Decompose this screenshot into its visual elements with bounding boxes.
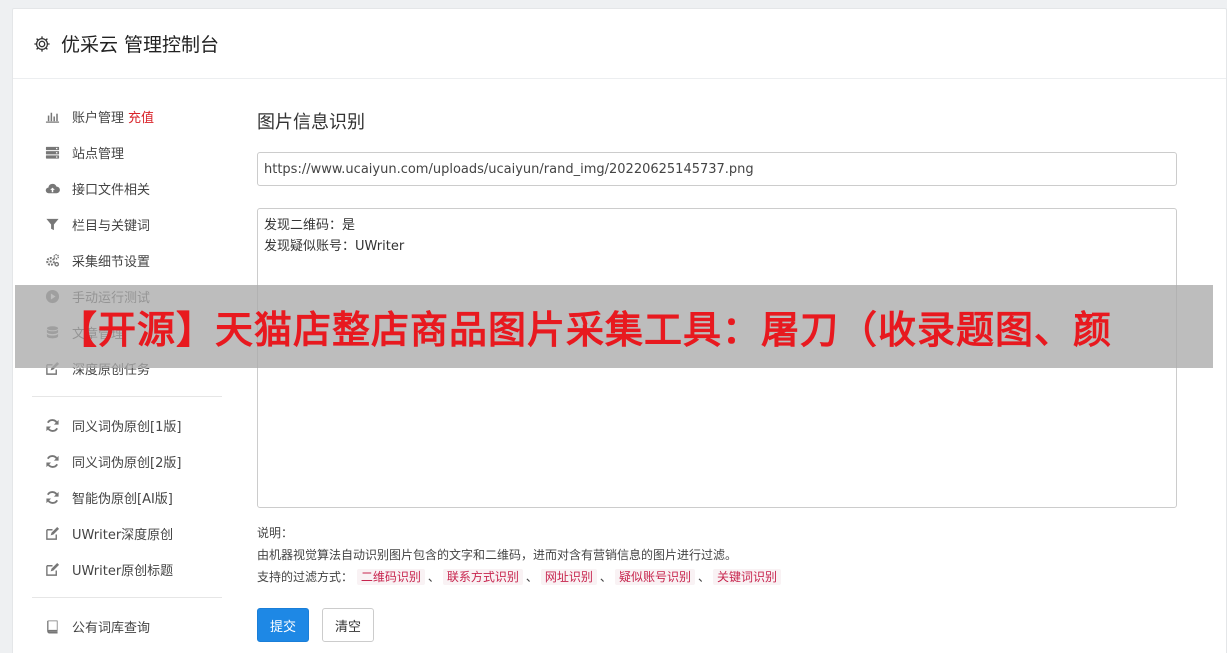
- refresh-icon: [44, 453, 60, 469]
- clear-button[interactable]: 清空: [322, 608, 375, 642]
- sidebar-item[interactable]: 接口文件相关: [32, 170, 222, 206]
- filter-tag: 关键词识别: [712, 569, 781, 585]
- sidebar-item[interactable]: 栏目与关键词: [32, 206, 222, 242]
- section-title: 图片信息识别: [257, 112, 365, 133]
- submit-button[interactable]: 提交: [257, 608, 310, 642]
- page-header: 优采云 管理控制台: [13, 9, 1226, 79]
- sidebar: 账户管理充值站点管理接口文件相关栏目与关键词采集细节设置手动运行测试文章管理深度…: [32, 98, 222, 644]
- filter-methods: 支持的过滤方式： 二维码识别、联系方式识别、网址识别、疑似账号识别、关键词识别: [257, 566, 1177, 588]
- sidebar-item-label: UWriter原创标题: [72, 563, 174, 579]
- image-url-input[interactable]: https://www.ucaiyun.com/uploads/ucaiyun/…: [257, 152, 1177, 186]
- sidebar-item[interactable]: 账户管理 充值: [32, 98, 222, 134]
- filter-separator: 、: [525, 570, 538, 584]
- main-content: 图片信息识别 https://www.ucaiyun.com/uploads/u…: [257, 108, 1177, 642]
- sidebar-item[interactable]: 智能伪原创[AI版]: [32, 479, 222, 515]
- button-row: 提交 清空: [257, 608, 1177, 642]
- cloud-upload-icon: [44, 180, 60, 196]
- sidebar-item-label: 采集细节设置: [72, 254, 151, 270]
- sidebar-item[interactable]: UWriter原创标题: [32, 551, 222, 587]
- edit-icon: [44, 561, 60, 577]
- filter-tag: 二维码识别: [356, 569, 425, 585]
- filter-separator: 、: [599, 570, 612, 584]
- watermark-text: 【开源】天猫店整店商品图片采集工具：屠刀（收录题图、颜: [59, 308, 1113, 352]
- sidebar-item-label: 同义词伪原创[2版]: [72, 455, 182, 471]
- gear-icon: [33, 35, 51, 53]
- server-icon: [44, 144, 60, 160]
- sidebar-item[interactable]: 公有词库查询: [32, 608, 222, 644]
- sidebar-item-label: UWriter深度原创: [72, 527, 174, 543]
- bar-chart-icon: [44, 108, 60, 124]
- sidebar-item[interactable]: UWriter深度原创: [32, 515, 222, 551]
- gears-icon: [44, 252, 60, 268]
- page-title: 优采云 管理控制台: [61, 34, 220, 56]
- sidebar-item-label: 栏目与关键词: [72, 218, 151, 234]
- sidebar-item-label: 智能伪原创[AI版]: [72, 491, 173, 507]
- notes-label: 说明：: [257, 526, 294, 540]
- sidebar-item-label: 同义词伪原创[1版]: [72, 419, 182, 435]
- filter-separator: 、: [427, 570, 440, 584]
- filter-separator: 、: [697, 570, 710, 584]
- filter-tag: 联系方式识别: [442, 569, 523, 585]
- book-icon: [44, 618, 60, 634]
- refresh-icon: [44, 489, 60, 505]
- sidebar-item[interactable]: 采集细节设置: [32, 242, 222, 278]
- sidebar-divider: [32, 597, 222, 598]
- sidebar-item[interactable]: 同义词伪原创[2版]: [32, 443, 222, 479]
- filter-icon: [44, 216, 60, 232]
- recharge-link[interactable]: 充值: [128, 107, 154, 126]
- notes-description: 由机器视觉算法自动识别图片包含的文字和二维码，进而对含有营销信息的图片进行过滤。: [257, 548, 738, 562]
- sidebar-item-label: 公有词库查询: [72, 620, 151, 636]
- watermark-banner: 【开源】天猫店整店商品图片采集工具：屠刀（收录题图、颜: [15, 285, 1213, 368]
- filter-prefix: 支持的过滤方式：: [257, 570, 354, 584]
- result-line: 发现二维码：是: [264, 218, 356, 233]
- edit-icon: [44, 525, 60, 541]
- refresh-icon: [44, 417, 60, 433]
- sidebar-divider: [32, 396, 222, 397]
- sidebar-item-label: 站点管理: [72, 146, 125, 162]
- sidebar-item[interactable]: 站点管理: [32, 134, 222, 170]
- sidebar-item-label: 接口文件相关: [72, 182, 151, 198]
- result-line: 发现疑似账号：UWriter: [264, 239, 405, 254]
- sidebar-item[interactable]: 同义词伪原创[1版]: [32, 407, 222, 443]
- filter-tag: 网址识别: [540, 569, 597, 585]
- sidebar-item-label: 账户管理: [72, 110, 125, 126]
- notes: 说明： 由机器视觉算法自动识别图片包含的文字和二维码，进而对含有营销信息的图片进…: [257, 522, 1177, 588]
- filter-tag: 疑似账号识别: [614, 569, 695, 585]
